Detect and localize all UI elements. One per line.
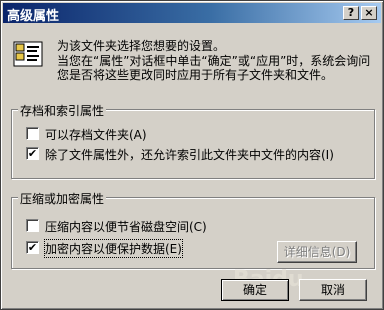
- archive-folder-label[interactable]: 可以存档文件夹(A): [45, 126, 147, 143]
- description-line1: 为该文件夹选择您想要的设置。: [57, 39, 226, 53]
- index-content-checkbox[interactable]: ✔: [26, 147, 39, 160]
- help-button[interactable]: ?: [343, 6, 359, 20]
- encrypt-label[interactable]: 加密内容以便保护数据(E): [44, 239, 183, 258]
- folder-properties-icon: [13, 41, 43, 67]
- window-title: 高级属性: [7, 9, 60, 24]
- archive-folder-checkbox[interactable]: [26, 127, 39, 140]
- index-content-label[interactable]: 除了文件属性外，还允许索引此文件夹中文件的内容(I): [45, 146, 334, 163]
- archive-index-group: 存档和索引属性 可以存档文件夹(A) ✔ 除了文件属性外，还允许索引此文件夹中文…: [11, 102, 375, 179]
- compress-label[interactable]: 压缩内容以便节省磁盘空间(C): [45, 218, 207, 235]
- title-bar[interactable]: 高级属性 ? ×: [3, 3, 381, 24]
- compress-checkbox[interactable]: [26, 219, 39, 232]
- ok-button[interactable]: 确定: [221, 279, 289, 301]
- advanced-attributes-dialog: 高级属性 ? × 为该文件夹选择您想要的设置。 当您在“属性”对话框中单击“确定…: [0, 0, 384, 310]
- encrypt-checkbox[interactable]: ✔: [26, 241, 39, 254]
- compress-encrypt-legend: 压缩或加密属性: [18, 190, 107, 207]
- cancel-button[interactable]: 取消: [299, 279, 367, 301]
- details-button[interactable]: 详细信息(D): [277, 241, 357, 263]
- description-line2: 当您在“属性”对话框中单击“确定”或“应用”时，系统会询问您是否将这些更改同时应…: [57, 54, 371, 82]
- close-button[interactable]: ×: [361, 6, 377, 20]
- archive-index-legend: 存档和索引属性: [18, 102, 107, 119]
